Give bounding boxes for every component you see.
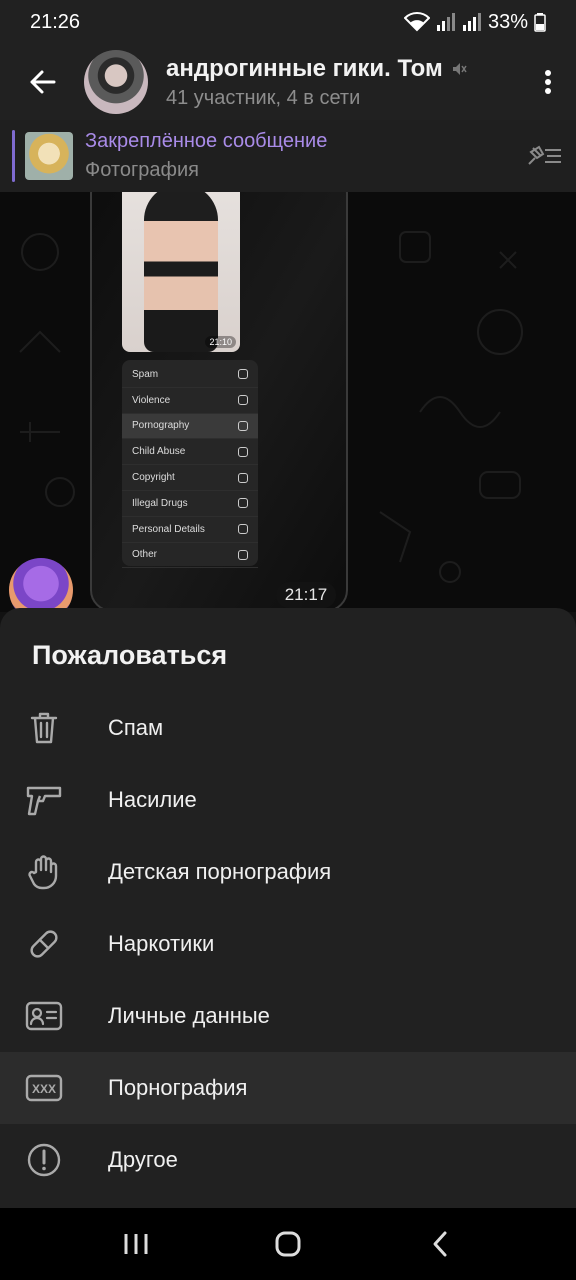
photo-message[interactable]: 21:10 Spam Violence Pornography Child Ab…: [90, 192, 348, 612]
system-navigation-bar: [0, 1208, 576, 1280]
signal-icon: [436, 13, 455, 31]
id-card-icon: [25, 1001, 63, 1031]
report-option-label: Другое: [108, 1147, 178, 1172]
report-option-personal-details[interactable]: Личные данные: [0, 980, 576, 1052]
screenshot-menu-item: Violence: [122, 388, 258, 414]
gun-icon: [238, 395, 248, 406]
pin-list-icon: [528, 145, 561, 165]
info-icon: [238, 549, 248, 560]
pinned-thumbnail: [25, 132, 73, 180]
report-option-label: Насилие: [108, 787, 197, 812]
svg-text:XXX: XXX: [32, 1082, 56, 1096]
report-sheet-title: Пожаловаться: [32, 640, 228, 670]
chevron-left-icon: [433, 1231, 447, 1257]
screenshot-menu-item: Other: [122, 543, 258, 569]
screenshot-menu-item: Pornography: [122, 413, 258, 440]
home-button[interactable]: [248, 1208, 328, 1280]
chat-members-status: 41 участник, 4 в сети: [166, 86, 361, 109]
message-time: 21:17: [276, 582, 336, 608]
pinned-subtitle: Фотография: [85, 159, 199, 181]
screenshot-menu-item: Spam: [122, 362, 258, 388]
chat-avatar[interactable]: [84, 50, 148, 114]
more-vert-icon: [545, 70, 551, 94]
pill-icon: [238, 498, 248, 509]
screenshot-photo-time: 21:10: [205, 336, 236, 348]
back-button[interactable]: [0, 44, 84, 120]
status-bar: 21:26 33%: [0, 0, 576, 44]
screenshot-menu-item: Copyright: [122, 465, 258, 491]
report-option-child-abuse[interactable]: Детская порнография: [0, 836, 576, 908]
pinned-message-bar[interactable]: Закреплённое сообщение Фотография: [0, 120, 576, 192]
recent-apps-button[interactable]: [96, 1208, 176, 1280]
report-option-pornography[interactable]: XXX Порнография: [0, 1052, 576, 1124]
info-icon: [27, 1143, 61, 1177]
report-option-violence[interactable]: Насилие: [0, 764, 576, 836]
screenshot-report-menu: Spam Violence Pornography Child Abuse Co…: [122, 360, 258, 569]
battery-percent: 33%: [487, 10, 528, 33]
copyright-icon: [238, 472, 248, 483]
recents-icon: [124, 1234, 148, 1254]
chat-header: андрогинные гики. Том 41 участник, 4 в с…: [0, 44, 576, 120]
screenshot-menu-item: Child Abuse: [122, 439, 258, 466]
report-option-label: Порнография: [108, 1075, 248, 1100]
status-time: 21:26: [30, 10, 81, 33]
report-option-label: Детская порнография: [108, 859, 332, 884]
chat-messages-area[interactable]: 21:10 Spam Violence Pornography Child Ab…: [0, 192, 576, 612]
signal-icon: [462, 13, 481, 31]
battery-icon: [534, 13, 546, 32]
report-option-spam[interactable]: Спам: [0, 692, 576, 764]
hand-icon: [28, 855, 58, 890]
pinned-list-button[interactable]: [512, 120, 576, 192]
xxx-icon: [238, 420, 248, 431]
home-icon: [275, 1231, 301, 1257]
report-option-label: Спам: [108, 715, 164, 740]
report-option-drugs[interactable]: Наркотики: [0, 908, 576, 980]
xxx-icon: XXX: [25, 1074, 63, 1102]
report-option-label: Наркотики: [108, 931, 215, 956]
screenshot-photo: 21:10: [122, 192, 240, 352]
system-back-button[interactable]: [400, 1208, 480, 1280]
pinned-title: Закреплённое сообщение: [85, 130, 328, 152]
arrow-back-icon: [30, 70, 56, 94]
screenshot-menu-item: Personal Details: [122, 517, 258, 543]
chat-title: андрогинные гики. Том: [166, 54, 443, 82]
screenshot-menu-item: Illegal Drugs: [122, 491, 258, 517]
report-option-label: Личные данные: [108, 1003, 270, 1028]
hand-icon: [238, 446, 248, 457]
more-options-button[interactable]: [520, 44, 576, 120]
pinned-indicator: [12, 130, 15, 182]
id-icon: [238, 524, 248, 535]
pill-icon: [30, 930, 58, 958]
trash-icon: [238, 369, 248, 380]
wifi-icon: [403, 12, 430, 32]
gun-icon: [26, 786, 62, 816]
chat-info[interactable]: андрогинные гики. Том 41 участник, 4 в с…: [166, 55, 520, 110]
report-option-other[interactable]: Другое: [0, 1124, 576, 1196]
report-bottom-sheet: Пожаловаться Спам Насилие Детская порног…: [0, 608, 576, 1208]
mute-icon: [452, 62, 467, 75]
trash-icon: [30, 712, 58, 744]
